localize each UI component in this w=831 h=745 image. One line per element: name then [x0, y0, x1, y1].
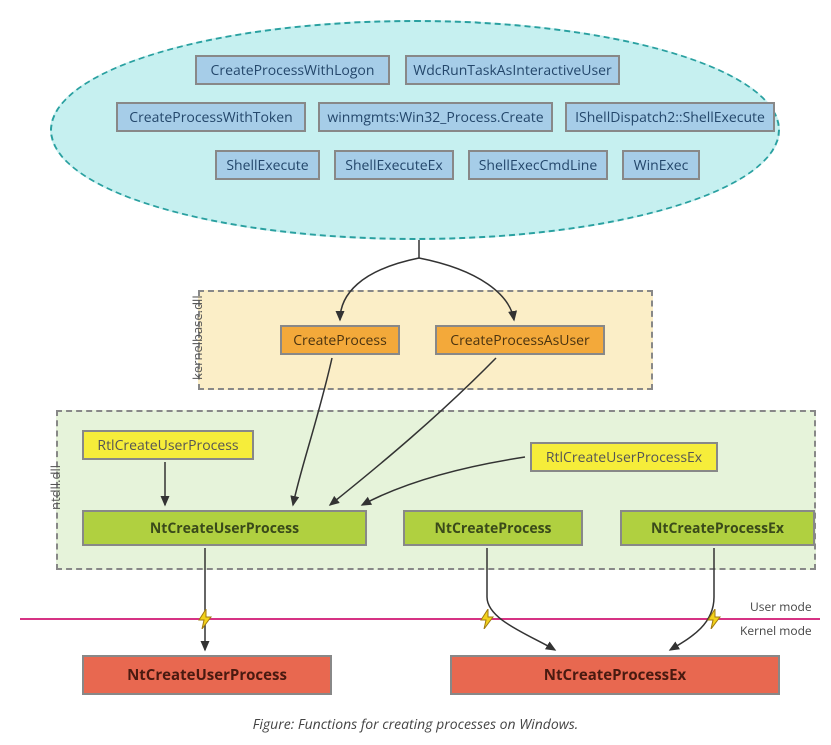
lightning-icon: [706, 609, 722, 629]
ntdll-green-box: NtCreateUserProcess: [82, 510, 367, 546]
kernel-box: NtCreateProcessEx: [450, 655, 780, 695]
figure-caption: Figure: Functions for creating processes…: [0, 715, 831, 734]
kernelbase-box: CreateProcessAsUser: [435, 325, 605, 355]
ntdll-green-box: NtCreateProcess: [403, 510, 583, 546]
api-box: winmgmts:Win32_Process.Create: [318, 102, 553, 132]
lightning-icon: [479, 609, 495, 629]
ntdll-label: ntdll.dll: [46, 465, 64, 510]
api-box: ShellExecute: [215, 150, 320, 180]
api-box: WinExec: [622, 150, 700, 180]
mode-divider: [20, 618, 820, 620]
kernelbase-label: kernelbase.dll: [188, 295, 206, 380]
api-box: CreateProcessWithToken: [116, 102, 306, 132]
user-mode-label: User mode: [750, 598, 812, 615]
ntdll-yellow-box: RtlCreateUserProcess: [82, 430, 254, 460]
lightning-icon: [197, 609, 213, 629]
ntdll-yellow-box: RtlCreateUserProcessEx: [530, 442, 718, 472]
kernelbase-box: CreateProcess: [280, 325, 400, 355]
kernel-mode-label: Kernel mode: [740, 622, 812, 639]
api-box: IShellDispatch2::ShellExecute: [565, 102, 775, 132]
ntdll-green-box: NtCreateProcessEx: [620, 510, 815, 546]
api-box: WdcRunTaskAsInteractiveUser: [405, 55, 620, 85]
api-box: ShellExecuteEx: [334, 150, 454, 180]
kernel-box: NtCreateUserProcess: [82, 655, 332, 695]
api-box: CreateProcessWithLogon: [195, 55, 390, 85]
api-box: ShellExecCmdLine: [468, 150, 608, 180]
